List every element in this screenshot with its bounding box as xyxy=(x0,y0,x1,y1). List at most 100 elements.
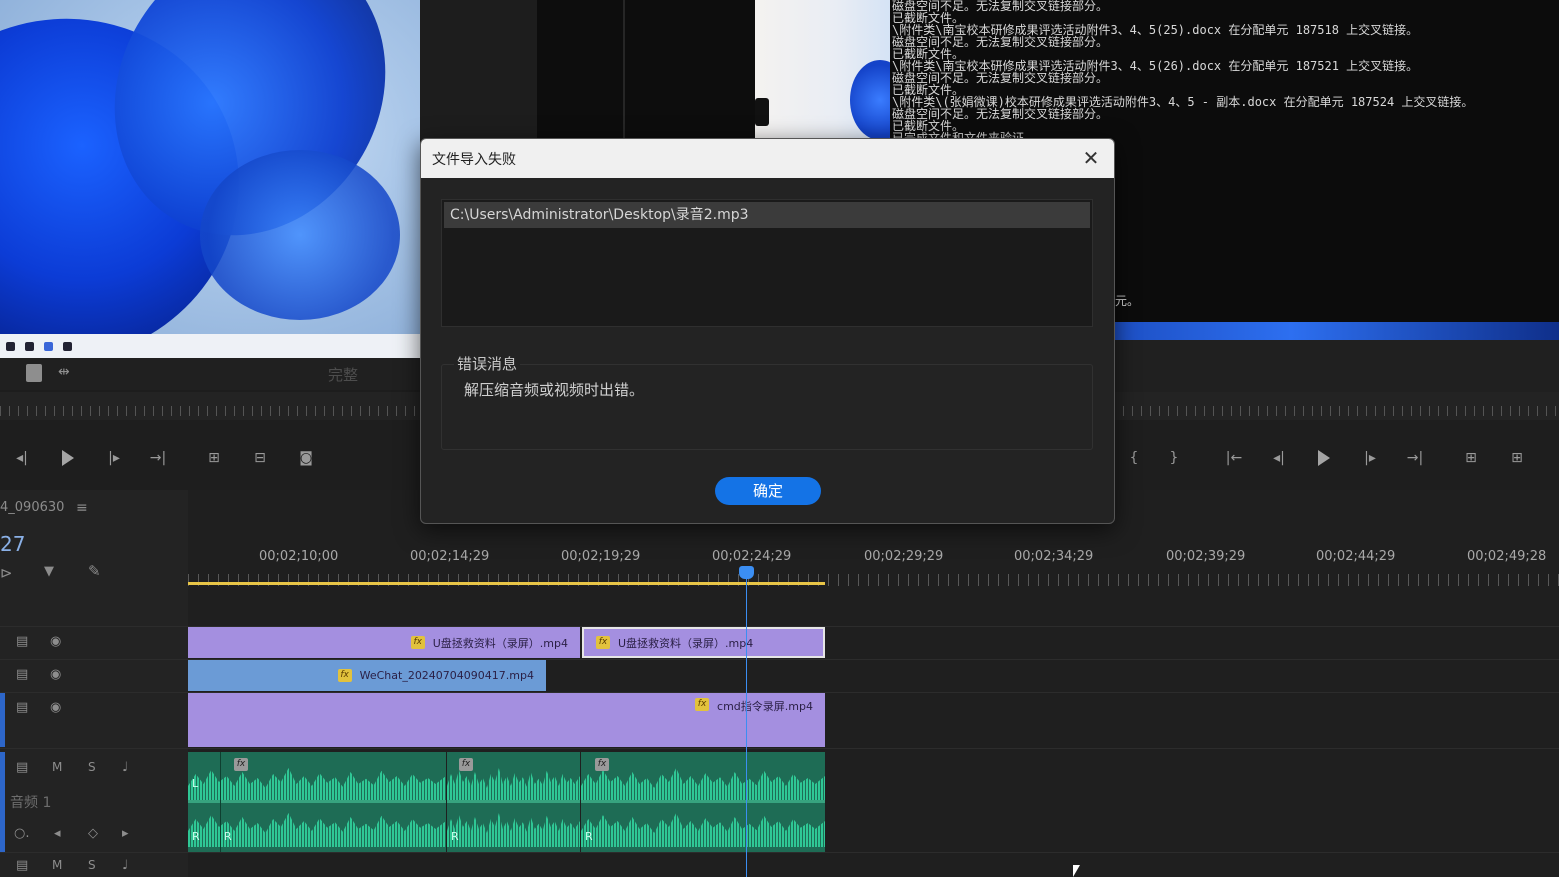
ok-button[interactable]: 确定 xyxy=(715,477,821,505)
go-to-in-icon[interactable]: |← xyxy=(1224,450,1244,466)
snap-icon[interactable]: ⊳ xyxy=(0,564,13,582)
track-target-icon[interactable]: ▤ xyxy=(16,700,28,715)
playhead-line[interactable] xyxy=(746,574,747,877)
go-to-out-icon[interactable]: →| xyxy=(148,450,168,466)
video-clip[interactable]: fx WeChat_20240704090417.mp4 xyxy=(188,660,546,691)
solo-button[interactable]: S xyxy=(88,760,96,774)
next-keyframe-icon[interactable]: ▸ xyxy=(122,826,129,841)
program-transport: { } |← ◂| |▸ →| ⊞ ⊞ xyxy=(1114,420,1559,490)
video-clip[interactable]: fx cmd指令录屏.mp4 xyxy=(188,693,825,747)
play-button[interactable] xyxy=(1314,450,1334,466)
step-back-icon[interactable]: ◂| xyxy=(12,450,32,466)
step-forward-icon[interactable]: |▸ xyxy=(104,450,124,466)
ruler-time: 00;02;44;29 xyxy=(1316,549,1396,564)
channel-label: L xyxy=(192,777,199,790)
dialog-titlebar[interactable]: 文件导入失败 ✕ xyxy=(421,139,1114,178)
error-message-label: 错误消息 xyxy=(454,353,521,374)
step-forward-icon[interactable]: |▸ xyxy=(1360,450,1380,466)
timeline-panel: 4_090630 ≡ 27 ⊳ ▼ ✎ ▤ ◉ ▤ ◉ ▤ ◉ ▤ M S ♩ … xyxy=(0,490,1559,877)
microphone-icon[interactable]: ♩ xyxy=(122,760,128,775)
clip-label: U盘拯救资料（录屏）.mp4 xyxy=(618,636,754,650)
track-target-icon[interactable]: ▤ xyxy=(16,634,28,649)
program-ruler[interactable] xyxy=(1114,392,1559,420)
play-button[interactable] xyxy=(58,450,78,466)
ruler-time: 00;02;14;29 xyxy=(410,549,490,564)
video-clip-selected[interactable]: fx U盘拯救资料（录屏）.mp4 xyxy=(582,627,825,658)
audio-clip[interactable]: R fx xyxy=(447,752,580,852)
volume-icon[interactable]: ○. xyxy=(14,826,29,841)
taskbar-icon xyxy=(25,341,34,351)
sequence-tab[interactable]: 4_090630 xyxy=(0,500,64,515)
insert-icon[interactable]: ⊞ xyxy=(204,450,224,466)
channel-label: R xyxy=(585,830,593,843)
track-target-icon[interactable]: ▤ xyxy=(16,858,28,873)
go-to-out-icon[interactable]: →| xyxy=(1405,450,1425,466)
wallpaper-band xyxy=(1113,322,1559,340)
mute-button[interactable]: M xyxy=(52,760,62,774)
windows-wallpaper-preview xyxy=(0,0,420,338)
import-error-dialog: 文件导入失败 ✕ C:\Users\Administrator\Desktop\… xyxy=(420,138,1115,524)
preview-taskbar xyxy=(0,334,420,358)
audio-clip[interactable]: L R R fx xyxy=(188,752,446,852)
clip-label: cmd指令录屏.mp4 xyxy=(717,700,813,713)
overwrite-icon[interactable]: ⊟ xyxy=(250,450,270,466)
fx-badge-icon: fx xyxy=(695,698,710,711)
video-clip[interactable]: fx U盘拯救资料（录屏）.mp4 xyxy=(188,627,580,658)
dialog-title: 文件导入失败 xyxy=(432,152,516,168)
ruler-time: 00;02;10;00 xyxy=(259,549,339,564)
camera-icon[interactable]: ◙ xyxy=(296,450,316,466)
fx-badge-icon: fx xyxy=(595,758,609,771)
cmd-line: 磁盘空间不足。无法复制交叉链接部分。 xyxy=(892,107,1109,121)
wrench-icon[interactable]: ✎ xyxy=(88,562,101,580)
error-message-text: 解压缩音频或视频时出错。 xyxy=(464,381,645,399)
track-target-icon[interactable]: ▤ xyxy=(16,760,28,775)
taskbar-icon xyxy=(6,341,15,351)
microphone-icon[interactable]: ♩ xyxy=(122,858,128,873)
failed-file-path[interactable]: C:\Users\Administrator\Desktop\录音2.mp3 xyxy=(444,202,1090,228)
work-area-bar[interactable] xyxy=(188,582,825,585)
mark-out-icon[interactable]: } xyxy=(1164,450,1184,466)
settings-icon[interactable] xyxy=(26,364,42,382)
failed-file-list[interactable]: C:\Users\Administrator\Desktop\录音2.mp3 xyxy=(441,199,1093,327)
screen: 磁盘空间不足。无法复制交叉链接部分。 已截断文件。 \附件类\南宝校本研修成果评选活… xyxy=(0,0,1559,877)
marker-icon[interactable]: ▼ xyxy=(44,564,54,579)
fx-badge-icon: fx xyxy=(410,636,425,649)
audio-track-label: 音频 1 xyxy=(10,795,52,811)
source-ruler[interactable] xyxy=(0,392,420,420)
eye-icon[interactable]: ◉ xyxy=(50,700,61,715)
solo-button[interactable]: S xyxy=(88,858,96,872)
audio-clip[interactable]: R fx xyxy=(581,752,825,852)
eye-icon[interactable]: ◉ xyxy=(50,667,61,682)
step-back-icon[interactable]: ◂| xyxy=(1269,450,1289,466)
clip-label: U盘拯救资料（录屏）.mp4 xyxy=(432,636,568,650)
extract-icon[interactable]: ⊞ xyxy=(1507,450,1527,466)
cmd-line: 磁盘空间不足。无法复制交叉链接部分。 xyxy=(892,71,1109,85)
playhead-timecode[interactable]: 27 xyxy=(0,532,25,556)
mark-in-icon[interactable]: { xyxy=(1124,450,1144,466)
menu-icon[interactable]: ≡ xyxy=(76,500,88,516)
eye-icon[interactable]: ◉ xyxy=(50,634,61,649)
clip-label: WeChat_20240704090417.mp4 xyxy=(359,669,534,682)
mute-button[interactable]: M xyxy=(52,858,62,872)
ruler-time: 00;02;34;29 xyxy=(1014,549,1094,564)
lift-icon[interactable]: ⊞ xyxy=(1461,450,1481,466)
fit-select[interactable]: 完整 xyxy=(328,364,358,385)
error-message-box xyxy=(441,364,1093,450)
taskbar-icon xyxy=(44,341,53,351)
ruler-time: 00;02;24;29 xyxy=(712,549,792,564)
fx-badge-icon: fx xyxy=(337,669,352,682)
program-monitor-toolbar xyxy=(1114,340,1559,392)
track-headers: 4_090630 ≡ 27 ⊳ ▼ ✎ ▤ ◉ ▤ ◉ ▤ ◉ ▤ M S ♩ … xyxy=(0,490,188,877)
preview-dark-panel xyxy=(537,0,755,140)
marker-icon[interactable]: ⇹ xyxy=(58,364,70,380)
cmd-tail-text: 元。 xyxy=(1115,294,1140,308)
preview-strip xyxy=(755,0,910,140)
track-selected-indicator xyxy=(0,693,5,747)
close-icon[interactable]: ✕ xyxy=(1078,145,1104,171)
channel-label: R xyxy=(451,830,459,843)
keyframe-icon[interactable]: ◇ xyxy=(88,826,98,841)
source-transport: ◂| |▸ →| ⊞ ⊟ ◙ xyxy=(0,420,420,490)
fx-badge-icon: fx xyxy=(234,758,248,771)
track-target-icon[interactable]: ▤ xyxy=(16,667,28,682)
prev-keyframe-icon[interactable]: ◂ xyxy=(54,826,61,841)
